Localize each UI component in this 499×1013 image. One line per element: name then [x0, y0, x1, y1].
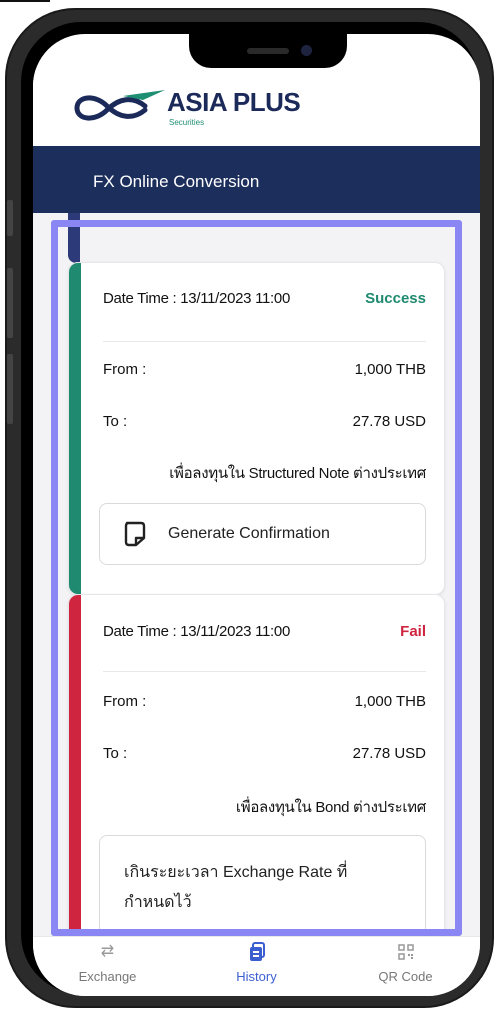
to-value: 27.78 USD: [352, 413, 426, 430]
history-list[interactable]: Date Time : 13/11/2023 11:00 Success Fro…: [33, 213, 480, 936]
to-row: To : 27.78 USD: [103, 413, 426, 430]
previous-card-stub: [68, 213, 445, 263]
nav-label-exchange: Exchange: [78, 969, 137, 984]
qr-code-icon: [331, 941, 480, 963]
to-value: 27.78 USD: [352, 745, 426, 762]
from-row: From : 1,000 THB: [103, 361, 426, 378]
divider: [103, 341, 426, 342]
from-value: 1,000 THB: [354, 361, 426, 378]
nav-item-qr-code[interactable]: QR Code: [331, 937, 480, 996]
brand-name: ASIA PLUS: [167, 87, 301, 117]
history-icon: [182, 941, 331, 963]
transaction-card-success: Date Time : 13/11/2023 11:00 Success Fro…: [68, 262, 445, 595]
nav-item-history[interactable]: History: [182, 937, 331, 996]
card-header-row: Date Time : 13/11/2023 11:00 Success: [103, 290, 426, 307]
date-time: Date Time : 13/11/2023 11:00: [103, 623, 291, 640]
exchange-icon: ⇄: [100, 943, 115, 960]
asia-plus-logo-icon: [74, 90, 165, 121]
nav-label-qr-code: QR Code: [378, 969, 433, 984]
purpose-text: เพื่อลงทุนใน Structured Note ต่างประเทศ: [169, 465, 426, 482]
nav-item-exchange[interactable]: ⇄ Exchange: [33, 937, 182, 996]
bottom-nav: ⇄ Exchange History QR Code: [33, 936, 480, 996]
fail-reason-box: เกินระยะเวลา Exchange Rate ที่ กำหนดไว้: [99, 835, 426, 936]
to-row: To : 27.78 USD: [103, 745, 426, 762]
logo-bar: ASIA PLUS Securities: [33, 68, 480, 146]
mute-switch: [7, 200, 13, 236]
to-label: To :: [103, 413, 128, 430]
camera: [301, 45, 312, 56]
to-label: To :: [103, 745, 128, 762]
from-row: From : 1,000 THB: [103, 693, 426, 710]
page-header: FX Online Conversion: [33, 146, 480, 213]
from-value: 1,000 THB: [354, 693, 426, 710]
app-screen: ASIA PLUS Securities FX Online Conversio…: [33, 34, 480, 996]
status-badge: Fail: [400, 623, 426, 640]
volume-down-button: [7, 354, 13, 424]
fail-reason-line-1: เกินระยะเวลา Exchange Rate ที่: [124, 864, 348, 881]
speaker: [247, 48, 289, 54]
phone-frame: ASIA PLUS Securities FX Online Conversio…: [5, 8, 494, 1008]
corner-line: [0, 0, 50, 2]
generate-confirmation-label: Generate Confirmation: [168, 525, 330, 542]
brand-sub: Securities: [169, 118, 205, 127]
purpose-text: เพื่อลงทุนใน Bond ต่างประเทศ: [235, 799, 426, 816]
date-time: Date Time : 13/11/2023 11:00: [103, 290, 291, 307]
status-bar-fail: [69, 595, 81, 936]
volume-up-button: [7, 268, 13, 338]
fail-reason-line-2: กำหนดไว้: [124, 894, 192, 911]
status-badge: Success: [365, 290, 426, 307]
document-icon: [124, 521, 146, 547]
from-label: From :: [103, 361, 147, 378]
transaction-card-fail: Date Time : 13/11/2023 11:00 Fail From :…: [68, 594, 445, 936]
generate-confirmation-button[interactable]: Generate Confirmation: [99, 503, 426, 565]
previous-card-bar: [68, 213, 80, 263]
page-title: FX Online Conversion: [93, 172, 260, 191]
notch: [189, 34, 347, 68]
card-header-row: Date Time : 13/11/2023 11:00 Fail: [103, 623, 426, 640]
divider: [103, 671, 426, 672]
status-bar-success: [69, 263, 81, 594]
card-body: Date Time : 13/11/2023 11:00 Success Fro…: [81, 263, 444, 594]
card-body: Date Time : 13/11/2023 11:00 Fail From :…: [81, 595, 444, 936]
nav-label-history: History: [236, 969, 277, 984]
from-label: From :: [103, 693, 147, 710]
